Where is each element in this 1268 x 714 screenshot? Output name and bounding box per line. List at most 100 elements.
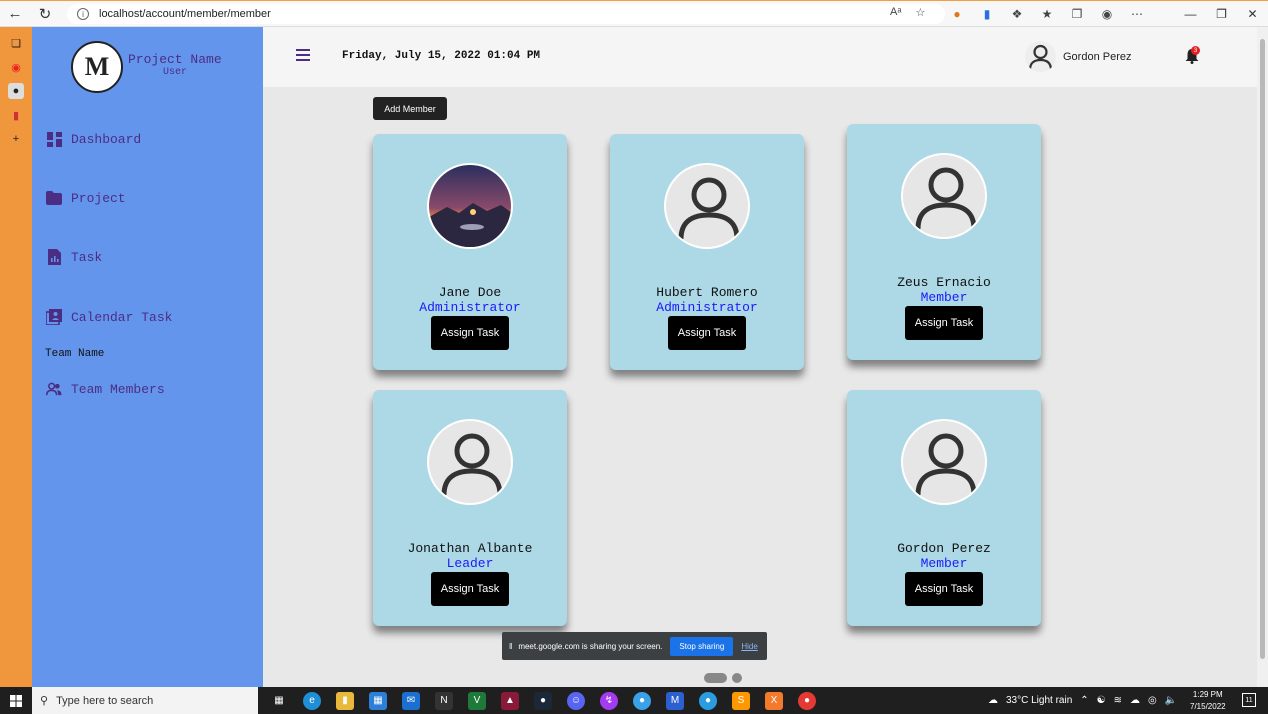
xampp-icon[interactable]: X (765, 691, 783, 710)
default-user-icon (664, 163, 750, 249)
drag-handle-icon[interactable]: ‖ (509, 642, 512, 651)
sidebar-item-label: Project (71, 190, 126, 206)
windows-start-icon[interactable] (0, 687, 32, 714)
cloud-rain-icon: ☁ (988, 695, 998, 706)
add-member-button[interactable]: Add Member (373, 97, 447, 120)
clock-date: 7/15/2022 (1190, 702, 1226, 711)
profile-icon[interactable]: ◉ (1098, 5, 1116, 23)
messenger-icon[interactable]: ↯ (600, 691, 618, 710)
sublime-icon[interactable]: S (732, 691, 750, 710)
app-icon[interactable]: ▲ (501, 691, 519, 710)
volume-icon[interactable]: 🔈 (1165, 695, 1177, 706)
sidebar-item-calendar-task[interactable]: Calendar Task (46, 309, 172, 325)
tab-favicon-icon[interactable]: ● (8, 83, 24, 99)
store-icon[interactable]: ▦ (369, 691, 387, 710)
collections-icon[interactable]: ❐ (1068, 5, 1086, 23)
chevron-up-icon[interactable]: ⌃ (1080, 695, 1088, 706)
sidebar-item-label: Calendar Task (71, 309, 173, 325)
taskbar-search-input[interactable]: ⚲ Type here to search (32, 687, 258, 714)
favorites-icon[interactable]: ★ (1038, 5, 1056, 23)
assign-task-button[interactable]: Assign Task (668, 316, 746, 350)
minimize-icon[interactable]: — (1175, 1, 1206, 27)
member-name: Gordon Perez (897, 541, 991, 556)
member-name: Zeus Ernacio (897, 275, 991, 290)
page-scrollbar[interactable] (1257, 27, 1268, 687)
mail-app-icon[interactable]: M (666, 691, 684, 710)
page-indicator-active[interactable] (704, 673, 727, 683)
stop-sharing-button[interactable]: Stop sharing (670, 636, 734, 656)
maximize-icon[interactable]: ❐ (1206, 1, 1237, 27)
task-report-icon (46, 249, 62, 265)
network-icon[interactable]: ☯ (1097, 695, 1106, 706)
close-icon[interactable]: ✕ (1237, 1, 1268, 27)
page-indicator[interactable] (732, 673, 742, 683)
share-banner-text: meet.google.com is sharing your screen. (518, 641, 663, 651)
assign-task-button[interactable]: Assign Task (431, 316, 509, 350)
default-user-icon (901, 419, 987, 505)
new-tab-icon[interactable]: + (8, 131, 24, 147)
chrome-icon[interactable]: ● (798, 691, 816, 710)
member-name: Hubert Romero (656, 285, 758, 300)
menu-toggle-icon[interactable] (296, 49, 310, 61)
refresh-icon[interactable]: ↻ (30, 1, 60, 27)
assign-task-button[interactable]: Assign Task (905, 572, 983, 606)
extension-shield-icon[interactable]: ▮ (978, 5, 996, 23)
weather-text[interactable]: 33°C Light rain (1006, 695, 1072, 706)
assign-task-button[interactable]: Assign Task (905, 306, 983, 340)
sidebar-item-dashboard[interactable]: Dashboard (46, 131, 141, 147)
sidebar-item-task[interactable]: Task (46, 249, 102, 265)
member-role: Member (920, 556, 968, 571)
chat-app-icon[interactable]: ● (699, 691, 717, 710)
member-card: Jane Doe Administrator Assign Task (373, 134, 567, 370)
assign-task-button[interactable]: Assign Task (431, 572, 509, 606)
extensions-icon[interactable]: ❖ (1008, 5, 1026, 23)
taskbar-clock[interactable]: 1:29 PM 7/15/2022 (1190, 689, 1226, 713)
info-icon[interactable]: i (77, 8, 89, 20)
steam-icon[interactable]: ● (534, 691, 552, 710)
search-icon: ⚲ (40, 695, 49, 707)
address-bar[interactable]: i localhost/account/member/member (67, 4, 945, 24)
discord-icon[interactable]: ☺ (567, 691, 585, 710)
onedrive-icon[interactable]: ☁ (1130, 695, 1140, 706)
url-text: localhost/account/member/member (99, 8, 271, 20)
favorite-add-icon[interactable]: ☆ (915, 6, 925, 19)
sidebar-item-team-members[interactable]: Team Members (46, 381, 165, 397)
vim-icon[interactable]: V (468, 691, 486, 710)
dashboard-icon (46, 131, 62, 147)
read-aloud-icon[interactable]: Aᵃ (890, 6, 901, 19)
sidebar-item-label: Dashboard (71, 131, 142, 147)
notifications-icon[interactable]: 11 (1242, 693, 1256, 707)
record-icon[interactable]: ◉ (8, 59, 24, 75)
sidebar-item-project[interactable]: Project (46, 190, 126, 206)
member-card: Jonathan Albante Leader Assign Task (373, 390, 567, 626)
calendar-task-icon (46, 309, 62, 325)
default-user-icon (427, 419, 513, 505)
edge-icon[interactable]: e (303, 691, 321, 710)
tab-favicon-icon[interactable]: ▮ (8, 107, 24, 123)
hide-banner-link[interactable]: Hide (741, 642, 757, 651)
more-icon[interactable]: ⋯ (1128, 5, 1146, 23)
browser-toolbar: ← ↻ i localhost/account/member/member Aᵃ… (0, 0, 1268, 27)
file-explorer-icon[interactable]: ▮ (336, 691, 354, 710)
user-role: User (163, 67, 188, 78)
default-user-icon (901, 153, 987, 239)
member-role: Administrator (419, 300, 521, 315)
mail-icon[interactable]: ✉ (402, 691, 420, 710)
member-photo (427, 163, 513, 249)
metamask-icon[interactable]: ● (948, 5, 966, 23)
browser-app-icon[interactable]: ● (633, 691, 651, 710)
task-view-icon[interactable]: ▦ (270, 692, 288, 710)
back-icon[interactable]: ← (0, 1, 30, 27)
tab-actions-icon[interactable]: ❏ (8, 35, 24, 51)
project-name: Project Name (128, 52, 222, 67)
wifi-icon[interactable]: ≋ (1114, 695, 1122, 706)
nba-icon[interactable]: N (435, 691, 453, 710)
sidebar-item-label: Task (71, 249, 103, 265)
member-role: Member (920, 290, 968, 305)
top-header: Friday, July 15, 2022 01:04 PM Gordon Pe… (263, 27, 1257, 87)
microphone-icon[interactable]: ◎ (1148, 695, 1157, 706)
taskbar: ⚲ Type here to search ▦ e ▮ ▦ ✉ N V ▲ ● … (0, 687, 1268, 714)
header-user-name[interactable]: Gordon Perez (1063, 51, 1131, 63)
avatar[interactable] (1025, 41, 1056, 72)
team-members-icon (46, 381, 62, 397)
